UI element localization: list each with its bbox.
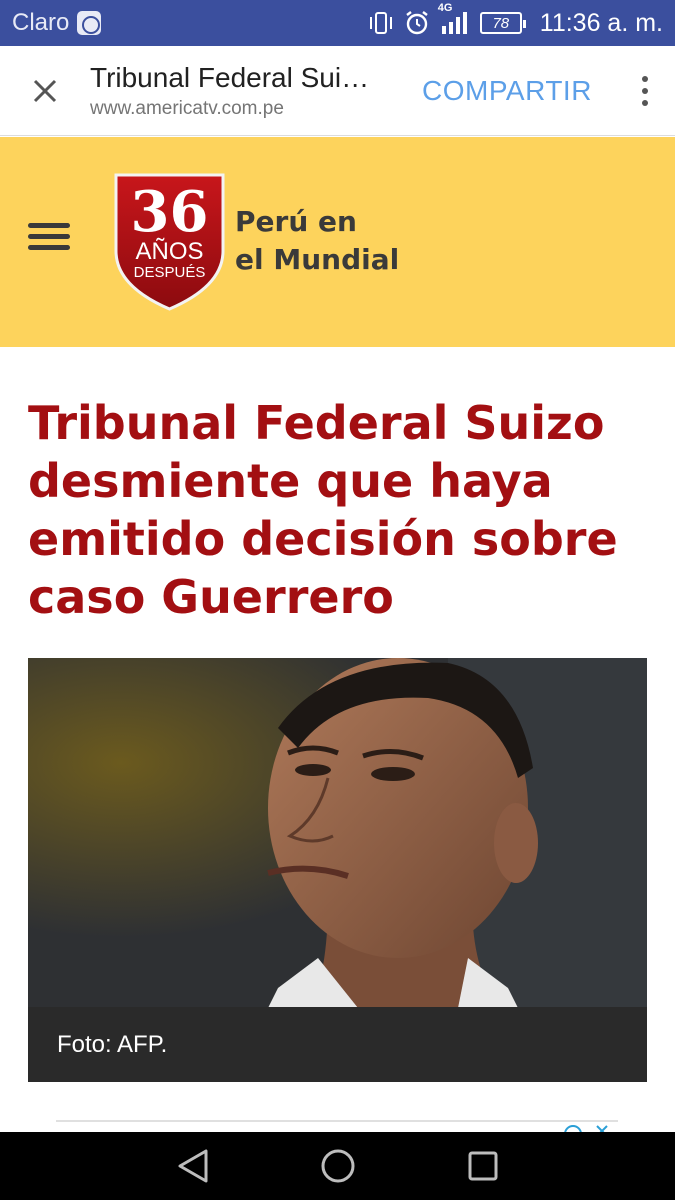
back-icon [178, 1149, 207, 1183]
status-bar: Claro 4G 78 11:36 a. m. [0, 0, 675, 46]
site-header: 36 AÑOS DESPUÉS Perú en el Mundial [0, 137, 675, 347]
photo-caption: Foto: AFP. [57, 1030, 168, 1058]
signal-icon: 4G [438, 2, 470, 36]
logo-number: 36 [131, 179, 209, 245]
close-icon [33, 79, 57, 102]
hamburger-icon[interactable] [28, 223, 70, 253]
close-button[interactable] [0, 46, 90, 136]
navigation-bar [0, 1132, 675, 1200]
article-headline: Tribunal Federal Suizo desmiente que hay… [28, 396, 618, 624]
article-photo [28, 658, 647, 1008]
logo-line1: AÑOS [135, 238, 203, 265]
status-icons: 4G 78 11:36 a. m. [368, 2, 663, 38]
more-vert-icon [642, 75, 648, 106]
home-button[interactable] [313, 1141, 363, 1191]
vibrate-icon [368, 11, 394, 35]
home-icon [321, 1149, 354, 1183]
logo-line2: DESPUÉS [134, 264, 206, 281]
tagline-line2: el Mundial [235, 243, 400, 276]
share-button[interactable]: COMPARTIR [422, 75, 592, 107]
back-button[interactable] [168, 1141, 218, 1191]
page-title: Tribunal Federal Sui… [90, 61, 370, 93]
network-type: 4G [437, 2, 453, 14]
recents-button[interactable] [458, 1141, 508, 1191]
carrier-name: Claro [12, 9, 70, 36]
tagline-line1: Perú en [235, 205, 357, 238]
clock: 11:36 a. m. [539, 8, 663, 37]
page-url: www.americatv.com.pe [90, 97, 284, 119]
browser-toolbar: Tribunal Federal Sui… www.americatv.com.… [0, 46, 675, 136]
recents-icon [468, 1151, 497, 1181]
alarm-icon [404, 10, 430, 36]
logo-shield[interactable]: 36 AÑOS DESPUÉS [112, 171, 227, 313]
photo-caption-box: Foto: AFP. [28, 1007, 647, 1082]
more-options-button[interactable] [615, 46, 675, 136]
whatsapp-icon [77, 11, 102, 35]
url-info[interactable]: Tribunal Federal Sui… www.americatv.com.… [90, 62, 390, 120]
battery-icon: 78 [479, 12, 526, 34]
ad-divider [56, 1120, 618, 1122]
site-tagline: Perú en el Mundial [235, 203, 399, 279]
